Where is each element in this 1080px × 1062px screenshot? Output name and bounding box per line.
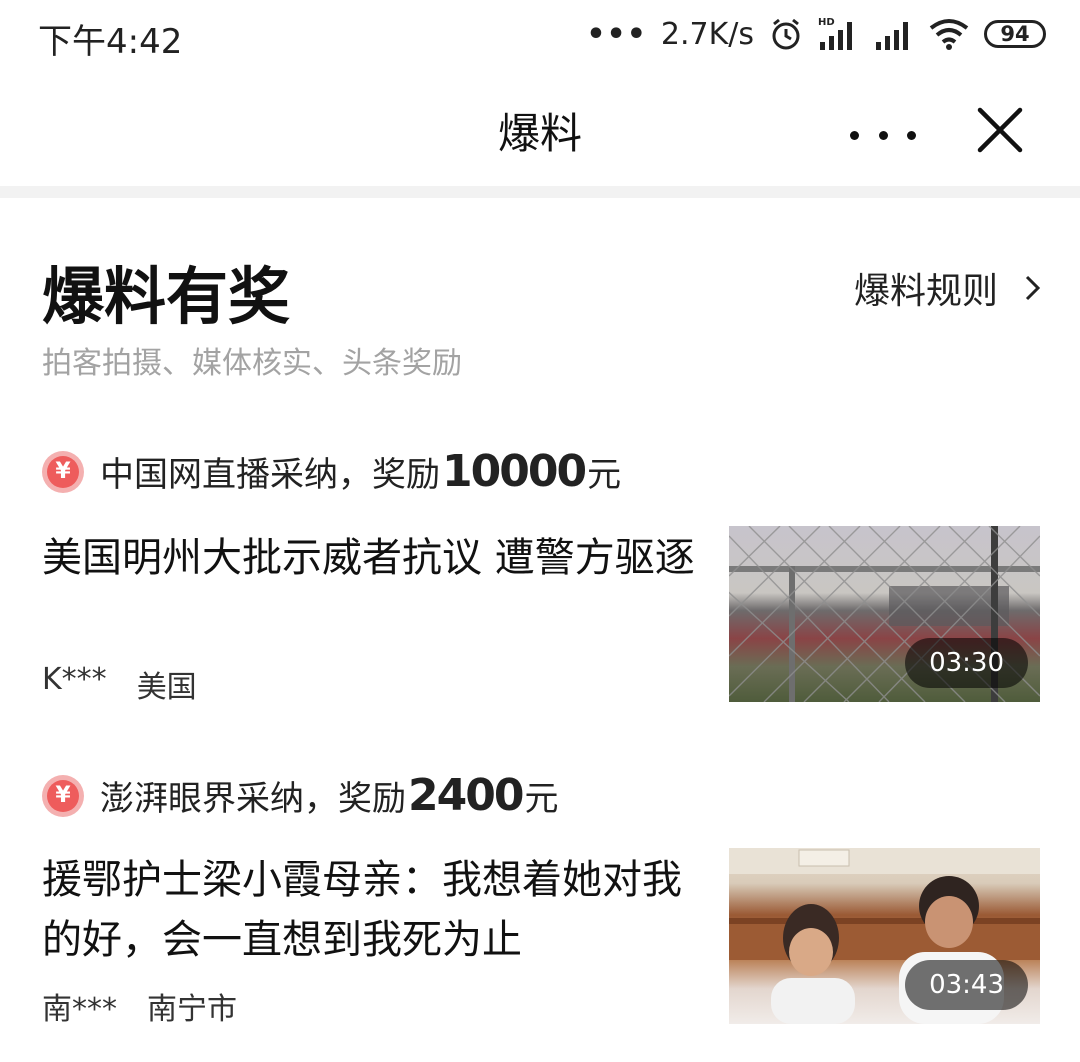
more-icon-dot (850, 130, 859, 140)
more-options-button[interactable] (850, 110, 916, 160)
page-title: 爆料 (497, 109, 582, 158)
wifi-icon (928, 16, 970, 52)
rules-link[interactable]: 爆料规则 (854, 262, 1042, 314)
reward-amount: 2400 (408, 770, 524, 821)
news-location: 美国 (136, 670, 197, 705)
news-headline[interactable]: 美国明州大批示威者抗议 遭警方驱逐 (42, 528, 702, 588)
more-notifications-icon: ••• (586, 16, 647, 52)
battery-indicator: 94 (984, 20, 1046, 48)
reward-line: ¥ 中国网直播采纳，奖励 10000 元 (42, 446, 621, 497)
section-heading: 爆料有奖 (42, 260, 291, 333)
more-icon-dot (878, 130, 888, 140)
video-duration: 03:43 (905, 960, 1028, 1010)
alarm-icon (768, 16, 804, 52)
yen-icon: ¥ (42, 774, 84, 817)
title-bar: 爆料 (0, 70, 1080, 188)
yen-icon: ¥ (42, 450, 84, 493)
chevron-right-icon (1025, 275, 1041, 301)
reward-amount: 10000 (442, 446, 587, 497)
status-icons: ••• 2.7K/s HD 94 (586, 14, 1046, 54)
news-meta: K*** 美国 (42, 662, 197, 706)
status-bar: 下午4:42 ••• 2.7K/s HD 94 (0, 0, 1080, 70)
news-author: K*** (42, 662, 107, 697)
news-headline[interactable]: 援鄂护士梁小霞母亲：我想着她对我的好，会一直想到我死为止 (42, 850, 702, 970)
video-thumbnail[interactable]: 03:30 (729, 526, 1040, 702)
section-divider (0, 186, 1080, 198)
reward-prefix: 澎湃眼界采纳，奖励 (100, 779, 406, 819)
close-icon (977, 107, 1023, 153)
status-time: 下午4:42 (38, 22, 183, 62)
rules-link-label: 爆料规则 (853, 271, 998, 312)
hd-tag: HD (818, 17, 835, 28)
news-meta: 南*** 南宁市 (42, 984, 237, 1028)
hd-signal-icon: HD (818, 16, 860, 52)
news-author: 南*** (42, 992, 117, 1027)
reward-unit: 元 (587, 455, 622, 495)
close-button[interactable] (972, 102, 1028, 158)
video-duration: 03:30 (905, 638, 1028, 688)
news-location: 南宁市 (147, 992, 237, 1027)
reward-prefix: 中国网直播采纳，奖励 (100, 455, 440, 495)
more-icon-dot (907, 130, 916, 140)
network-speed: 2.7K/s (660, 16, 754, 52)
signal-icon (874, 16, 914, 52)
video-thumbnail[interactable]: 03:43 (729, 848, 1040, 1024)
section-subtitle: 拍客拍摄、媒体核实、头条奖励 (42, 346, 462, 381)
reward-unit: 元 (524, 779, 559, 819)
reward-line: ¥ 澎湃眼界采纳，奖励 2400 元 (42, 770, 558, 821)
